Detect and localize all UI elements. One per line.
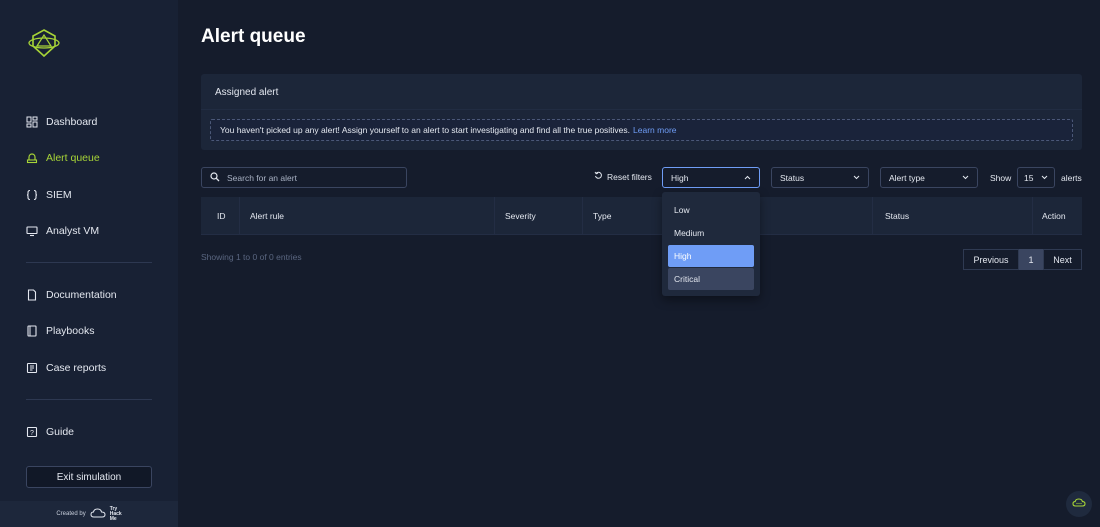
reset-icon (594, 171, 603, 182)
reset-filters-button[interactable]: Reset filters (594, 171, 652, 182)
book-icon (26, 325, 38, 337)
alert-type-select-value: Alert type (889, 172, 925, 183)
sidebar-item-label: Dashboard (46, 116, 98, 128)
search-input[interactable] (227, 172, 397, 183)
severity-select[interactable]: High (662, 167, 760, 188)
table-entries-info: Showing 1 to 0 of 0 entries (201, 252, 302, 262)
logo-icon (26, 26, 62, 60)
sidebar-item-dashboard[interactable]: Dashboard (26, 111, 97, 133)
panel-divider (201, 109, 1082, 110)
sidebar-item-label: Guide (46, 426, 75, 438)
severity-dropdown-menu: Low Medium High Critical (662, 192, 760, 296)
assigned-alert-panel: Assigned alert You haven't picked up any… (201, 74, 1082, 150)
column-header-status[interactable]: Status (873, 197, 1033, 235)
page-size-value: 15 (1024, 172, 1034, 183)
sidebar-item-documentation[interactable]: Documentation (26, 284, 117, 306)
search-icon (210, 169, 220, 187)
question-icon: ? (26, 426, 38, 438)
sidebar-item-label: Analyst VM (46, 225, 100, 237)
search-box[interactable] (201, 167, 407, 188)
reset-filters-label: Reset filters (607, 171, 652, 182)
chevron-down-icon (1041, 174, 1048, 181)
brand-logo: Try Hack Me (109, 505, 122, 522)
sidebar-item-playbooks[interactable]: Playbooks (26, 320, 94, 342)
sidebar-item-alert-queue[interactable]: Alert queue (26, 147, 100, 169)
sidebar-divider (26, 399, 152, 400)
column-header-severity[interactable]: Severity (495, 197, 583, 235)
page-size-select[interactable]: 15 (1017, 167, 1055, 188)
sidebar-item-label: Documentation (46, 289, 117, 301)
next-page-button[interactable]: Next (1043, 249, 1082, 270)
column-header-alert-rule[interactable]: Alert rule (240, 197, 495, 235)
sidebar-item-analyst-vm[interactable]: Analyst VM (26, 220, 99, 242)
sidebar-item-guide[interactable]: ? Guide (26, 421, 74, 443)
sidebar-item-case-reports[interactable]: Case reports (26, 357, 106, 379)
previous-page-button[interactable]: Previous (963, 249, 1019, 270)
sidebar-item-label: SIEM (46, 189, 72, 201)
page-1-button[interactable]: 1 (1019, 249, 1043, 270)
status-select[interactable]: Status (771, 167, 869, 188)
page-title: Alert queue (201, 26, 306, 47)
chevron-down-icon (853, 174, 860, 181)
severity-option-medium[interactable]: Medium (668, 222, 754, 244)
alert-type-select[interactable]: Alert type (880, 167, 978, 188)
created-by-label: Created by (56, 511, 86, 517)
sidebar-divider (26, 262, 152, 263)
alert-queue-icon (26, 152, 38, 164)
severity-option-high[interactable]: High (668, 245, 754, 267)
created-by-footer: Created by Try Hack Me (0, 501, 178, 527)
status-select-value: Status (780, 172, 805, 183)
no-alert-message: You haven't picked up any alert! Assign … (220, 125, 631, 135)
column-header-id[interactable]: ID (201, 197, 240, 235)
sidebar-item-siem[interactable]: SIEM (26, 184, 72, 206)
column-header-action: Action (1042, 211, 1066, 221)
brand-cloud-icon (90, 507, 106, 521)
alerts-table-header: ID Alert rule Severity Type Status Actio… (201, 197, 1082, 235)
severity-select-value: High (671, 172, 689, 183)
sidebar-item-label: Case reports (46, 362, 107, 374)
exit-simulation-button[interactable]: Exit simulation (26, 466, 152, 488)
monitor-icon (26, 225, 38, 237)
report-icon (26, 362, 38, 374)
alerts-label: alerts (1061, 173, 1082, 183)
show-label: Show (990, 173, 1012, 183)
severity-option-critical[interactable]: Critical (668, 268, 754, 290)
cloud-chat-icon (1072, 495, 1086, 513)
no-alert-notice: You haven't picked up any alert! Assign … (210, 119, 1073, 141)
sidebar-item-label: Alert queue (46, 152, 100, 164)
sidebar: Dashboard Alert queue SIEM Analyst VM Do… (0, 0, 178, 527)
help-chat-button[interactable] (1066, 491, 1092, 517)
chevron-down-icon (962, 174, 969, 181)
sidebar-item-label: Playbooks (46, 325, 95, 337)
code-braces-icon (26, 189, 38, 201)
assigned-alert-title: Assigned alert (215, 87, 279, 98)
severity-option-low[interactable]: Low (668, 199, 754, 221)
column-header-type[interactable]: Type (583, 197, 673, 235)
chevron-up-icon (744, 174, 751, 181)
document-icon (26, 289, 38, 301)
dashboard-icon (26, 116, 38, 128)
learn-more-link[interactable]: Learn more (633, 125, 676, 135)
svg-text:?: ? (30, 430, 34, 437)
